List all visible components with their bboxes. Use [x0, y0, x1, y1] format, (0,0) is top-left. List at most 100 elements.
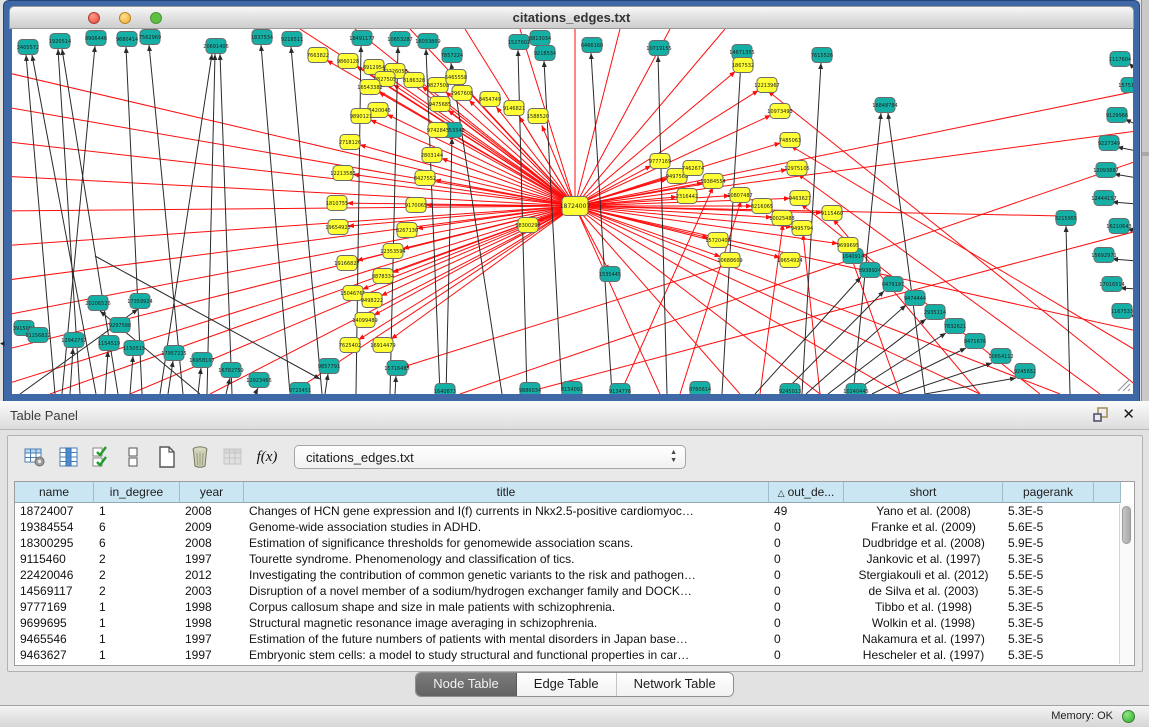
- graph-node[interactable]: 12093887: [1093, 163, 1118, 178]
- graph-node[interactable]: 9723451: [289, 383, 311, 395]
- table-cell[interactable]: [1094, 647, 1121, 663]
- column-header-name[interactable]: name: [15, 482, 94, 503]
- table-cell[interactable]: [1094, 583, 1121, 599]
- graph-node[interactable]: 9134776: [609, 384, 631, 395]
- table-cell[interactable]: 5.3E-5: [1003, 647, 1094, 663]
- table-selector-dropdown[interactable]: citations_edges.txt ▲▼: [294, 445, 686, 469]
- network-view-window[interactable]: citations_edges.txt 24055721920514890644…: [3, 0, 1140, 401]
- graph-node[interactable]: 12353594: [380, 244, 405, 259]
- table-cell[interactable]: 2: [94, 567, 180, 583]
- table-row[interactable]: 1938455462009Genome-wide association stu…: [15, 519, 1121, 535]
- table-cell[interactable]: Investigating the contribution of common…: [244, 567, 769, 583]
- table-cell[interactable]: Estimation of significance thresholds fo…: [244, 535, 769, 551]
- import-table-icon[interactable]: [220, 444, 246, 470]
- table-cell[interactable]: 0: [769, 647, 844, 663]
- function-builder-icon[interactable]: f(x): [254, 444, 280, 470]
- graph-node[interactable]: 1837534: [251, 30, 273, 45]
- graph-node[interactable]: 1535445: [599, 267, 621, 282]
- graph-node[interactable]: 15751074: [1118, 78, 1133, 93]
- graph-node[interactable]: 8760614: [689, 382, 711, 395]
- graph-node[interactable]: 8154091: [561, 382, 583, 395]
- column-header-filler[interactable]: [1094, 482, 1121, 503]
- table-cell[interactable]: 0: [769, 615, 844, 631]
- graph-node[interactable]: 1167533: [1111, 304, 1133, 319]
- graph-node[interactable]: 9777169: [649, 154, 671, 169]
- table-cell[interactable]: 2012: [180, 567, 244, 583]
- table-cell[interactable]: 1997: [180, 551, 244, 567]
- resize-grip-icon[interactable]: [1128, 389, 1130, 391]
- window-title-bar[interactable]: citations_edges.txt: [9, 6, 1134, 29]
- graph-node[interactable]: 12923466: [246, 373, 271, 388]
- table-row[interactable]: 911546021997Tourette syndrome. Phenomeno…: [15, 551, 1121, 567]
- graph-node[interactable]: 20206526: [85, 296, 110, 311]
- table-cell[interactable]: Yano et al. (2008): [844, 503, 1003, 519]
- graph-node[interactable]: 7832621: [944, 319, 966, 334]
- table-cell[interactable]: Franke et al. (2009): [844, 519, 1003, 535]
- graph-node[interactable]: 7625402: [339, 338, 361, 353]
- graph-node[interactable]: 1640873: [434, 384, 456, 395]
- graph-node[interactable]: 8878334: [372, 269, 394, 284]
- graph-node[interactable]: 16958107: [189, 353, 214, 368]
- graph-node[interactable]: 16848784: [872, 98, 897, 113]
- scrollbar-thumb[interactable]: [1122, 506, 1131, 544]
- table-cell[interactable]: Jankovic et al. (1997): [844, 551, 1003, 567]
- table-cell[interactable]: Embryonic stem cells: a model to study s…: [244, 647, 769, 663]
- table-cell[interactable]: 5.3E-5: [1003, 631, 1094, 647]
- table-cell[interactable]: 5.3E-5: [1003, 503, 1094, 519]
- table-cell[interactable]: 49: [769, 503, 844, 519]
- table-cell[interactable]: 19384554: [15, 519, 94, 535]
- table-cell[interactable]: Nakamura et al. (1997): [844, 631, 1003, 647]
- graph-node[interactable]: 9218534: [534, 46, 556, 61]
- graph-node[interactable]: 19384554: [700, 174, 725, 189]
- select-columns-icon[interactable]: [88, 444, 114, 470]
- table-cell[interactable]: 5.3E-5: [1003, 583, 1094, 599]
- graph-node[interactable]: 9857791: [318, 359, 340, 374]
- delete-table-icon[interactable]: [187, 444, 213, 470]
- table-cell[interactable]: 18300295: [15, 535, 94, 551]
- row-height-icon[interactable]: [120, 444, 146, 470]
- graph-node[interactable]: 6466160: [581, 38, 603, 53]
- graph-node[interactable]: 17957225: [161, 346, 186, 361]
- table-cell[interactable]: Wolkin et al. (1998): [844, 615, 1003, 631]
- table-cell[interactable]: 1997: [180, 647, 244, 663]
- graph-node[interactable]: 8938924: [859, 263, 881, 278]
- table-row[interactable]: 1872400712008Changes of HCN gene express…: [15, 503, 1121, 519]
- table-cell[interactable]: Changes of HCN gene expression and I(f) …: [244, 503, 769, 519]
- table-cell[interactable]: [1094, 567, 1121, 583]
- graph-node[interactable]: 9129966: [1106, 108, 1128, 123]
- graph-node[interactable]: 15720407: [705, 233, 730, 248]
- graph-node[interactable]: 10807487: [727, 188, 752, 203]
- table-cell[interactable]: 1: [94, 503, 180, 519]
- graph-node[interactable]: 2718126: [339, 135, 361, 150]
- graph-node[interactable]: 8454749: [479, 92, 501, 107]
- graph-node[interactable]: 1150515: [123, 341, 145, 356]
- graph-node[interactable]: 15716485: [384, 361, 409, 376]
- graph-node[interactable]: 9115460: [821, 206, 843, 221]
- table-cell[interactable]: 9465546: [15, 631, 94, 647]
- graph-node[interactable]: 8813034: [529, 31, 551, 46]
- table-cell[interactable]: 0: [769, 631, 844, 647]
- graph-node[interactable]: 9495794: [791, 221, 813, 236]
- graph-node[interactable]: 12213583: [330, 166, 355, 181]
- new-table-icon[interactable]: [154, 444, 180, 470]
- graph-node[interactable]: 17359924: [127, 294, 152, 309]
- graph-node[interactable]: 9886034: [519, 383, 541, 395]
- table-cell[interactable]: [1094, 551, 1121, 567]
- table-cell[interactable]: 9115460: [15, 551, 94, 567]
- graph-node[interactable]: 16914479: [370, 338, 395, 353]
- column-header-out_de...[interactable]: △out_de...: [769, 482, 844, 503]
- graph-node[interactable]: 9227349: [1098, 136, 1120, 151]
- graph-node[interactable]: 2967608: [451, 86, 473, 101]
- graph-node[interactable]: 9146821: [503, 101, 525, 116]
- float-window-icon[interactable]: [1093, 407, 1109, 423]
- table-scrollbar[interactable]: [1119, 504, 1133, 664]
- table-row[interactable]: 977716911998Corpus callosum shape and si…: [15, 599, 1121, 615]
- graph-node[interactable]: 9170065: [405, 198, 427, 213]
- graph-node[interactable]: 9475685: [429, 97, 451, 112]
- table-cell[interactable]: 2009: [180, 519, 244, 535]
- graph-node[interactable]: 10973493: [767, 104, 792, 119]
- table-cell[interactable]: 5.3E-5: [1003, 551, 1094, 567]
- graph-node[interactable]: 9218511: [281, 32, 303, 47]
- graph-node[interactable]: 16543382: [357, 80, 382, 95]
- graph-node[interactable]: 1154519: [98, 336, 120, 351]
